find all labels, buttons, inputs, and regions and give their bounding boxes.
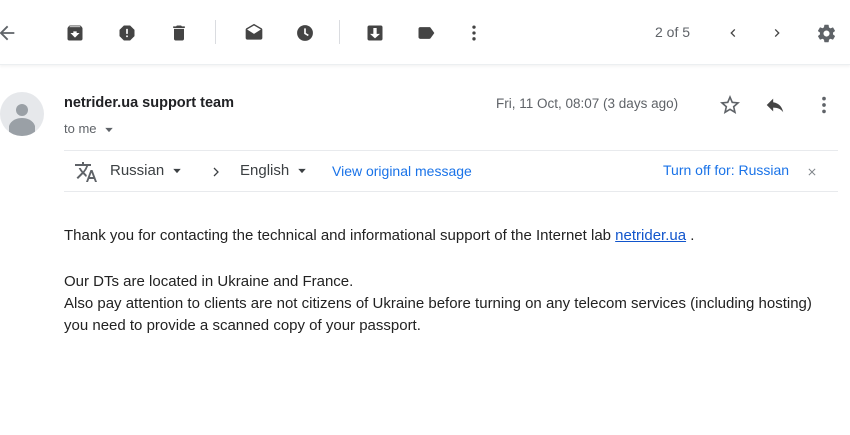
source-language-label: Russian [110, 162, 165, 179]
netrider-link[interactable]: netrider.ua [615, 227, 686, 244]
chevron-down-icon [298, 168, 307, 174]
body-line: you need to provide a scanned copy of yo… [64, 317, 421, 334]
person-icon [9, 104, 35, 136]
sender-name[interactable]: netrider.ua support team [64, 95, 234, 111]
arrow-right-icon [210, 165, 222, 183]
turn-off-translation-link[interactable]: Turn off for: Russian [663, 162, 789, 178]
message-counter: 2 of 5 [655, 24, 691, 40]
toolbar-divider [215, 20, 216, 44]
snooze-icon[interactable] [294, 22, 316, 44]
toolbar: 2 of 5 [0, 0, 850, 65]
body-text: Thank you for contacting the technical a… [64, 227, 616, 244]
translate-icon [74, 160, 98, 189]
close-icon[interactable] [806, 165, 818, 183]
body-line: Our DTs are located in Ukraine and Franc… [64, 273, 354, 290]
body-line: Also pay attention to clients are not ci… [64, 295, 812, 312]
translate-bar: Russian English View original message Tu… [64, 150, 838, 192]
delete-icon[interactable] [168, 22, 190, 44]
sender-avatar[interactable] [0, 92, 44, 136]
chevron-down-icon [173, 168, 182, 174]
move-to-icon[interactable] [364, 22, 386, 44]
settings-gear-icon[interactable] [815, 22, 837, 44]
prev-message-icon[interactable] [722, 22, 744, 44]
recipient-details[interactable]: to me [64, 121, 114, 136]
more-vert-icon[interactable] [463, 22, 485, 44]
report-spam-icon[interactable] [116, 22, 138, 44]
more-vert-icon[interactable] [813, 94, 835, 121]
back-arrow-icon[interactable] [0, 22, 18, 44]
view-original-link[interactable]: View original message [332, 163, 472, 179]
message-date: Fri, 11 Oct, 08:07 (3 days ago) [496, 96, 679, 111]
body-text: . [686, 227, 695, 244]
archive-icon[interactable] [64, 22, 86, 44]
mark-unread-icon[interactable] [243, 22, 265, 44]
recipient-label: to me [64, 121, 97, 136]
source-language-dropdown[interactable]: Russian [110, 162, 182, 179]
toolbar-divider [339, 20, 340, 44]
body-line: Thank you for contacting the technical a… [64, 225, 694, 247]
label-icon[interactable] [415, 22, 437, 44]
star-icon[interactable] [718, 93, 742, 122]
target-language-dropdown[interactable]: English [240, 162, 307, 179]
reply-icon[interactable] [764, 94, 786, 121]
chevron-down-icon [105, 127, 113, 132]
next-message-icon[interactable] [766, 22, 788, 44]
target-language-label: English [240, 162, 290, 179]
